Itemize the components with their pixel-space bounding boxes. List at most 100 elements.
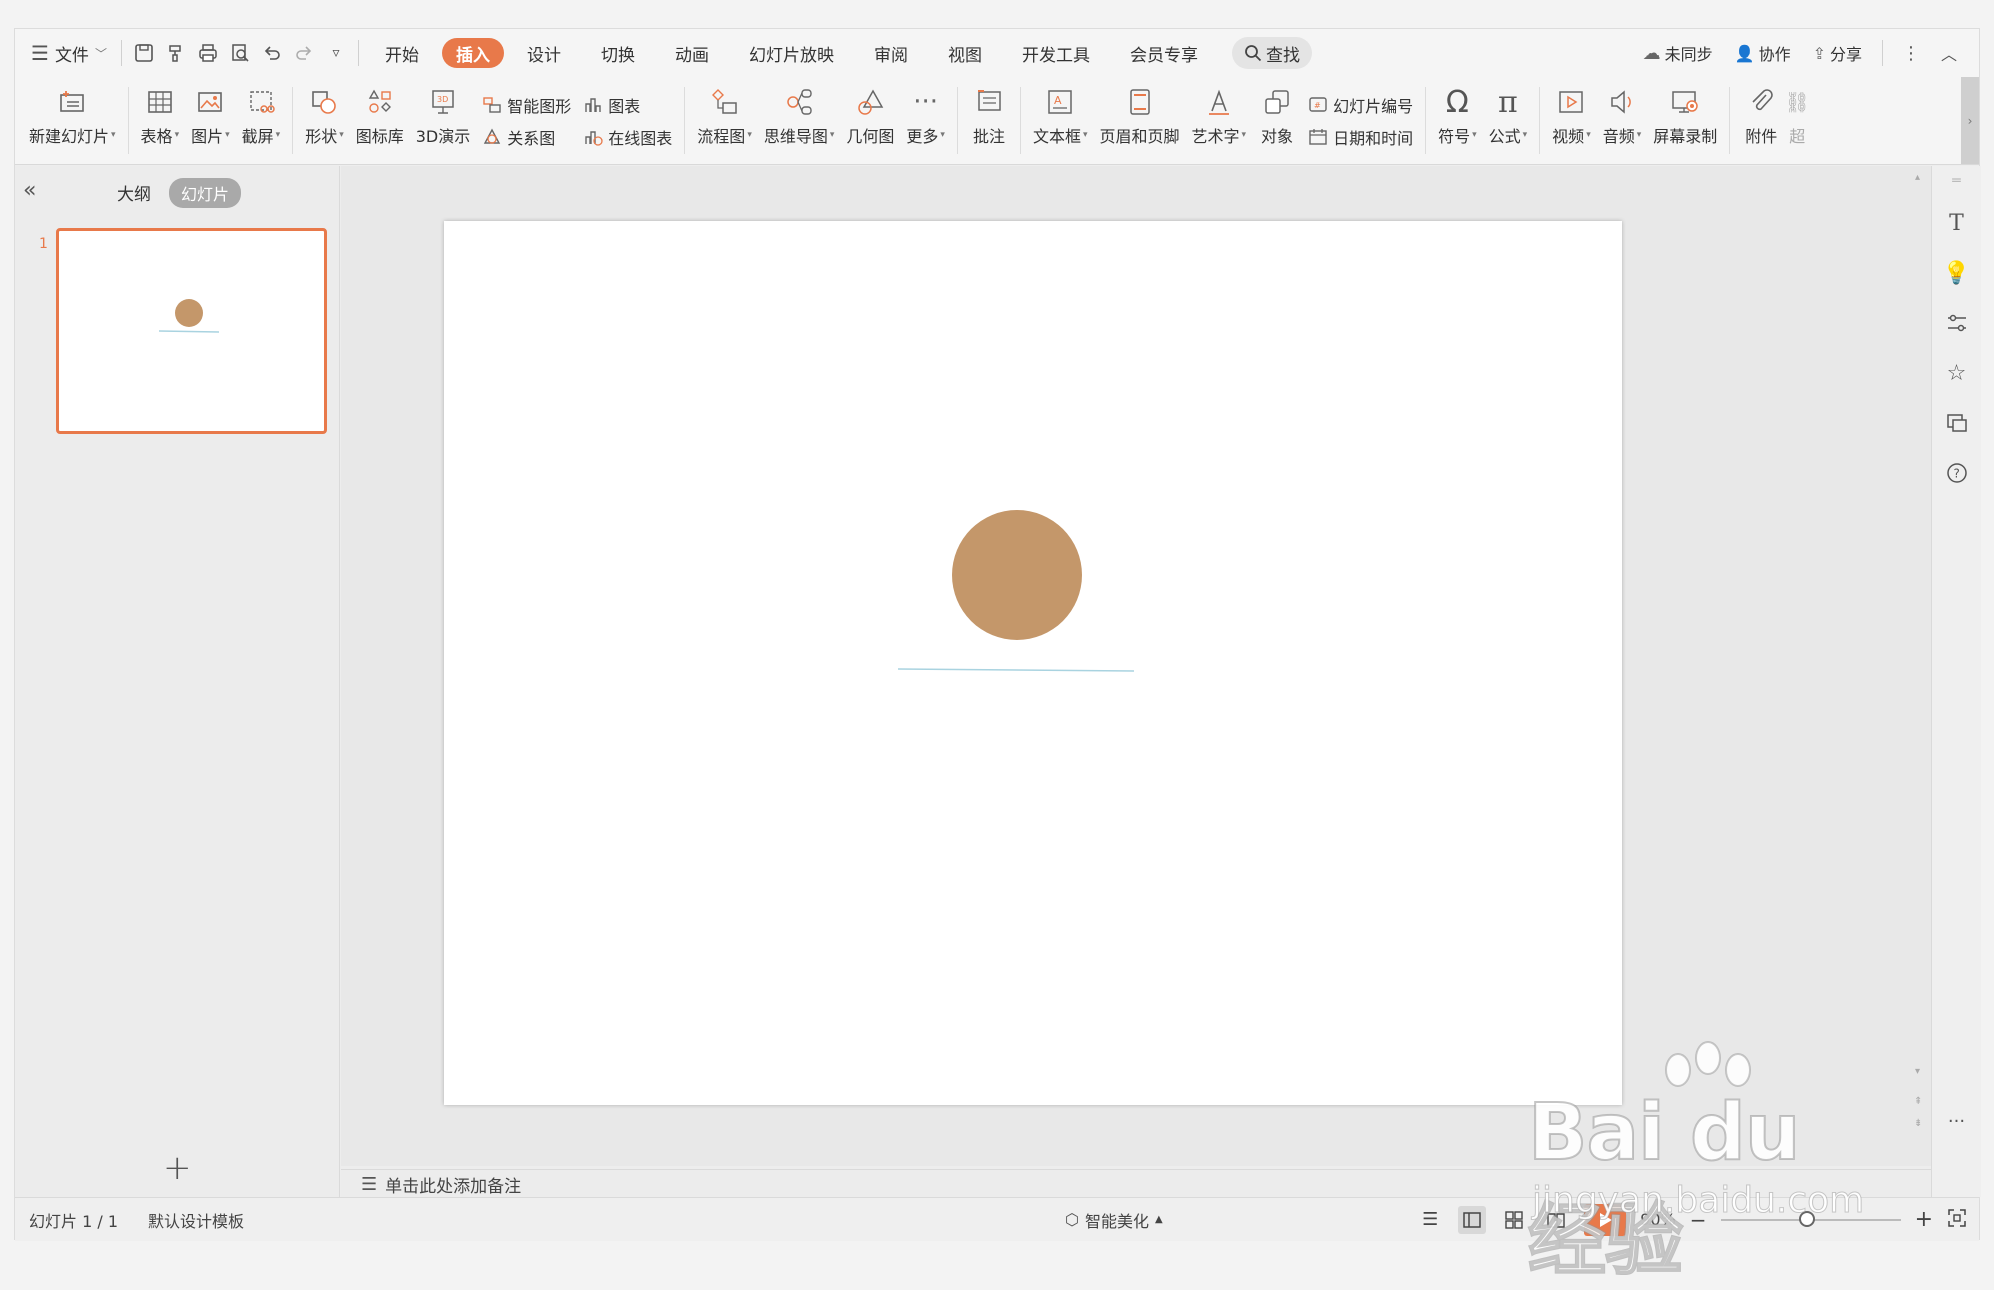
zoom-out-icon[interactable]: − [1690,1208,1707,1232]
video-button[interactable]: 视频 ▾ [1546,77,1597,164]
tab-insert[interactable]: 插入 [441,38,504,68]
lightbulb-icon[interactable]: 💡 [1942,258,1972,288]
file-menu-label: 文件 [54,45,89,66]
tab-transitions[interactable]: 切换 [584,38,652,68]
tab-outline[interactable]: 大纲 [117,180,151,205]
transition-icon[interactable] [1942,408,1972,438]
user-add-icon: 👤 [1734,43,1755,63]
print-icon[interactable] [192,37,224,69]
table-button[interactable]: 表格 ▾ [135,77,186,164]
textbox-button[interactable]: A 文本框 ▾ [1027,77,1094,164]
smart-graphic-group: 智能图形 关系图 [476,77,577,164]
add-slide-button[interactable]: + [163,1148,192,1188]
slide[interactable] [444,221,1622,1105]
formula-button[interactable]: π 公式 ▾ [1483,77,1534,164]
caret-icon: ▾ [225,130,230,140]
tab-animations[interactable]: 动画 [658,38,726,68]
smart-graphic-button[interactable]: 智能图形 [482,93,571,117]
shape-button[interactable]: 形状 ▾ [299,77,350,164]
zoom-level[interactable]: 90% [1640,1210,1676,1229]
format-painter-icon[interactable] [160,37,192,69]
tab-slideshow[interactable]: 幻灯片放映 [732,38,851,68]
tab-home[interactable]: 开始 [368,38,436,68]
relation-button[interactable]: 关系图 [482,125,571,149]
object-button[interactable]: 对象 [1252,77,1302,164]
attachment-button[interactable]: 附件 [1736,77,1786,164]
tab-design[interactable]: 设计 [510,38,578,68]
slide-thumbnail[interactable] [56,228,327,434]
undo-icon[interactable] [256,37,288,69]
geometry-button[interactable]: 几何图 [840,77,900,164]
scroll-down-arrow[interactable]: ▾ [1915,1066,1920,1077]
screen-record-button[interactable]: 屏幕录制 [1647,77,1723,164]
symbol-button[interactable]: Ω 符号 ▾ [1432,77,1483,164]
more-button[interactable]: ··· 更多 ▾ [900,77,951,164]
icon-library-button[interactable]: 图标库 [350,77,410,164]
play-slideshow-button[interactable] [1584,1203,1627,1236]
file-menu[interactable]: ☰ 文件 ﹀ [23,37,115,69]
collapse-ribbon-icon[interactable]: ︿ [1933,37,1965,69]
customize-toolbar-icon[interactable]: ▿ [320,37,352,69]
adjust-sliders-icon[interactable] [1942,308,1972,338]
tab-member[interactable]: 会员专享 [1113,38,1215,68]
slide-circle-shape[interactable] [952,510,1082,640]
notes-bar[interactable]: ☰ 单击此处添加备注 [341,1169,1931,1199]
slide-number-button[interactable]: # 幻灯片编号 [1308,93,1413,117]
wordart-label: 艺术字 [1191,127,1240,146]
hyperlink-label: 超 [1789,127,1806,146]
ribbon-scroll-right[interactable]: › [1961,77,1979,164]
drag-handle-icon[interactable]: ═ [1942,173,1972,189]
sync-status-button[interactable]: ☁ 未同步 [1635,37,1721,69]
collapse-panel-icon[interactable]: « [23,178,36,203]
slide-counter: 幻灯片 1 / 1 [29,1211,119,1231]
redo-icon[interactable] [288,37,320,69]
mindmap-button[interactable]: 思维导图 ▾ [758,77,841,164]
fit-window-icon[interactable] [1947,1208,1967,1232]
chart-button[interactable]: 图表 [583,93,672,117]
smart-beautify-label: 智能美化 [1084,1211,1149,1231]
online-chart-icon [585,130,603,146]
picture-button[interactable]: 图片 ▾ [185,77,236,164]
smart-beautify-button[interactable]: ⬡ 智能美化 ▲ [1065,1208,1163,1232]
prev-slide-arrow[interactable]: ⇞ [1914,1096,1922,1107]
notes-toggle-icon[interactable]: ☰ [1416,1206,1444,1234]
text-format-icon[interactable]: T [1942,208,1972,238]
collaborate-button[interactable]: 👤 协作 [1727,37,1799,69]
zoom-slider[interactable] [1720,1210,1901,1227]
normal-view-icon[interactable] [1458,1205,1487,1234]
share-icon: ⇪ [1812,43,1826,63]
audio-button[interactable]: 音频 ▾ [1597,77,1648,164]
print-preview-icon[interactable] [224,37,256,69]
comment-button[interactable]: 批注 [964,77,1014,164]
slide-line-shape[interactable] [897,668,1135,672]
screenshot-button[interactable]: 截屏 ▾ [236,77,287,164]
search-button[interactable]: 查找 [1231,37,1312,69]
reading-view-icon[interactable] [1542,1206,1570,1234]
next-slide-arrow[interactable]: ⇟ [1914,1118,1922,1129]
zoom-in-icon[interactable]: + [1915,1207,1933,1232]
tab-slides[interactable]: 幻灯片 [169,178,242,208]
wordart-button[interactable]: 艺术字 ▾ [1186,77,1253,164]
zoom-slider-knob[interactable] [1798,1210,1815,1227]
vertical-scrollbar[interactable]: ▴ ▾ ⇞ ⇟ [1909,166,1931,1166]
template-name[interactable]: 默认设计模板 [148,1208,244,1232]
header-footer-button[interactable]: 页眉和页脚 [1094,77,1186,164]
tab-developer[interactable]: 开发工具 [1005,38,1107,68]
scroll-up-arrow[interactable]: ▴ [1915,172,1920,183]
star-icon[interactable]: ☆ [1942,358,1972,388]
help-icon[interactable]: ? [1942,458,1972,488]
flowchart-button[interactable]: 流程图 ▾ [691,77,758,164]
tab-review[interactable]: 审阅 [857,38,925,68]
tab-view[interactable]: 视图 [931,38,999,68]
more-options-icon[interactable]: ⋮ [1895,37,1927,69]
more-dots-icon[interactable]: ··· [1942,1106,1972,1136]
new-slide-button[interactable]: 新建幻灯片 ▾ [23,77,122,164]
online-chart-button[interactable]: 在线图表 [583,125,672,149]
hyperlink-button[interactable]: ⛓ 超 [1786,77,1808,164]
slide-sorter-icon[interactable] [1500,1206,1528,1234]
3d-demo-button[interactable]: 3D 3D演示 [410,77,477,164]
save-icon[interactable] [128,37,160,69]
date-time-button[interactable]: 日期和时间 [1308,125,1413,149]
slide-thumbnail-preview [158,299,220,333]
share-button[interactable]: ⇪ 分享 [1805,37,1870,69]
